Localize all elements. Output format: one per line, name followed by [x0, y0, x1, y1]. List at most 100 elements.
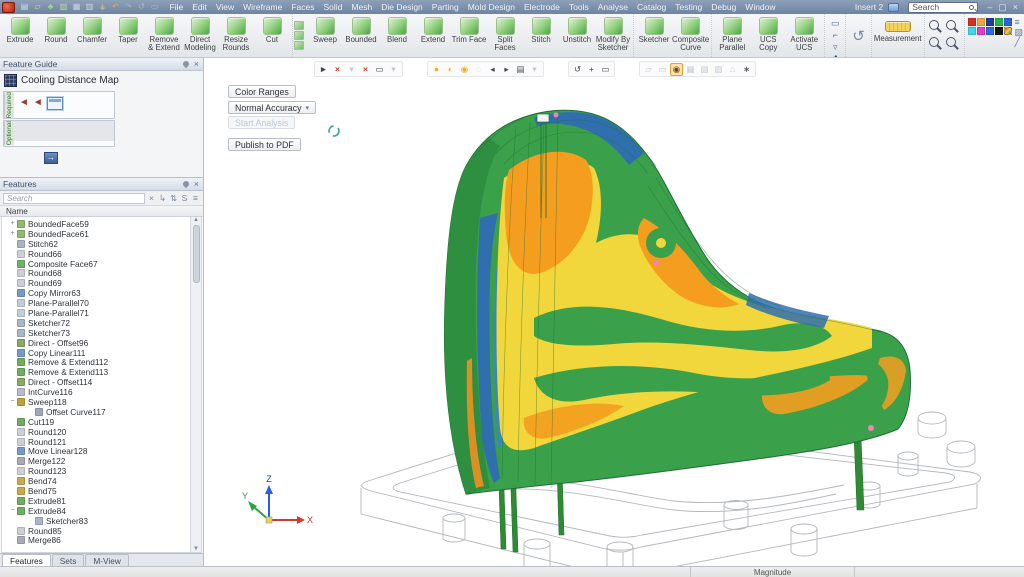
tree-item[interactable]: Round123 [8, 466, 190, 476]
ribbon-button[interactable]: Bounded [343, 15, 379, 44]
expand-toggle-icon[interactable] [8, 220, 17, 227]
input-option-icon[interactable]: ◄ [33, 98, 43, 108]
ribbon-button[interactable]: Activate UCS [786, 15, 822, 53]
optional-tab[interactable]: Optional [4, 121, 14, 145]
ribbon-button[interactable]: Trim Face [451, 15, 487, 44]
ribbon-button[interactable]: Modify By Sketcher [595, 15, 631, 53]
undo-icon[interactable]: ↶ [110, 2, 121, 12]
pin-icon[interactable] [181, 60, 189, 68]
clip-plane-icon[interactable]: ▭ [656, 63, 669, 76]
tree-item[interactable]: Plane-Parallel71 [8, 308, 190, 318]
menu-item[interactable]: Die Design [377, 2, 428, 12]
hidden-line-icon[interactable]: ▧ [698, 63, 711, 76]
expand-toggle-icon[interactable] [8, 507, 17, 514]
tree-item[interactable]: BoundedFace61 [8, 229, 190, 239]
pick-options-dropdown-icon[interactable]: ▾ [387, 63, 400, 76]
bulb-half-icon[interactable]: ◐ [444, 63, 457, 76]
tree-item[interactable]: Extrude81 [8, 496, 190, 506]
delete-pick-icon[interactable]: × [359, 63, 372, 76]
shaded-mode-icon[interactable]: ▨ [712, 63, 725, 76]
window-layout-icon[interactable]: ▦ [71, 2, 82, 12]
ribbon-button[interactable]: Resize Rounds [218, 15, 254, 53]
hide-all-icon[interactable]: ◌ [472, 63, 485, 76]
color-chip[interactable] [968, 18, 976, 26]
tree-item[interactable]: Stitch62 [8, 239, 190, 249]
color-chip[interactable] [995, 27, 1003, 35]
bulb-on-icon[interactable]: ● [430, 63, 443, 76]
next-view-icon[interactable]: ▸ [500, 63, 513, 76]
menu-item[interactable]: Window [741, 2, 780, 12]
menu-item[interactable]: File [165, 2, 188, 12]
sort-icon[interactable]: ⇅ [169, 193, 178, 204]
tree-item[interactable]: Round66 [8, 249, 190, 259]
close-icon[interactable]: × [194, 59, 199, 69]
show-components-icon[interactable]: ◉ [458, 63, 471, 76]
pick-filter-dropdown-icon[interactable]: ▾ [345, 63, 358, 76]
tree-item[interactable]: Bend74 [8, 476, 190, 486]
menu-item[interactable]: Mesh [347, 2, 377, 12]
color-chip[interactable] [1004, 27, 1012, 35]
paintbrush-icon[interactable]: ╱ [1015, 38, 1024, 47]
tree-item[interactable]: Composite Face67 [8, 259, 190, 269]
menu-item[interactable]: Analyse [593, 2, 632, 12]
zoom-all-icon[interactable] [945, 19, 959, 33]
view-list-dropdown-icon[interactable]: ▾ [528, 63, 541, 76]
panel-tab[interactable]: Features [2, 554, 51, 566]
color-chip[interactable] [968, 27, 976, 35]
menu-item[interactable]: Wireframe [239, 2, 287, 12]
wireframe-mode-icon[interactable]: ▦ [684, 63, 697, 76]
tree-item[interactable]: Round68 [8, 268, 190, 278]
pan-icon[interactable] [945, 36, 959, 50]
tree-item[interactable]: Direct - Offset96 [8, 338, 190, 348]
key-icon[interactable]: ⚶ [97, 2, 108, 12]
ribbon-button[interactable]: Taper [110, 15, 146, 44]
name-column-header[interactable]: Name [6, 207, 28, 216]
zoom-window-icon[interactable] [928, 36, 942, 50]
ribbon-button[interactable]: Blend [379, 15, 415, 44]
layer-stack-icon[interactable]: ▤ [514, 63, 527, 76]
app-menu-button[interactable] [2, 2, 15, 13]
clear-search-icon[interactable]: × [147, 193, 156, 203]
window-switch-icon[interactable]: ▥ [84, 2, 95, 12]
input-option-icon[interactable]: ◄ [19, 98, 29, 108]
regen-icon[interactable]: ↺ [136, 2, 147, 12]
menu-item[interactable]: Debug [707, 2, 741, 12]
pin-icon[interactable] [181, 180, 189, 188]
monitor-icon[interactable]: ▭ [149, 2, 160, 12]
goto-feature-icon[interactable]: ↳ [158, 193, 167, 204]
tree-item[interactable]: Bend75 [8, 486, 190, 496]
plant-template-icon[interactable]: ♣ [45, 2, 56, 12]
tree-item[interactable]: Cut119 [8, 417, 190, 427]
graphics-viewport[interactable]: Z X Y ►×▾×▭▾ ●◐◉◌◂▸▤▾ ↺+▭ ▱▭◉▦▧▨⌂∗ Color… [204, 58, 1024, 566]
tree-item[interactable]: Remove & Extend113 [8, 367, 190, 377]
pick-cursor-icon[interactable]: ► [317, 63, 330, 76]
zoom-window-icon[interactable]: ▭ [599, 63, 612, 76]
ribbon-button[interactable]: Sketcher [636, 15, 672, 44]
menu-item[interactable]: Testing [671, 2, 707, 12]
suppress-filter-icon[interactable]: S [180, 193, 189, 203]
tree-scrollbar[interactable]: ▲ ▼ [190, 217, 201, 552]
rotate-view-icon[interactable]: ↺ [571, 63, 584, 76]
tree-item[interactable]: IntCurve116 [8, 387, 190, 397]
ribbon-button[interactable]: Unstitch [559, 15, 595, 44]
tree-item[interactable]: Move Linear128 [8, 446, 190, 456]
tree-item[interactable]: Round121 [8, 437, 190, 447]
color-chip[interactable] [995, 18, 1003, 26]
color-ranges-button[interactable]: Color Ranges [228, 85, 296, 98]
perspective-icon[interactable]: ⌂ [726, 63, 739, 76]
tree-item[interactable]: Sketcher83 [8, 516, 190, 526]
menu-item[interactable]: Parting [427, 2, 463, 12]
publish-to-pdf-button[interactable]: Publish to PDF [228, 138, 301, 151]
tree-item[interactable]: Merge122 [8, 456, 190, 466]
color-chip[interactable] [986, 27, 994, 35]
ribbon-button[interactable]: Split Faces [487, 15, 523, 53]
color-chip[interactable] [1004, 18, 1012, 26]
zoom-in-icon[interactable] [928, 19, 942, 33]
tree-item[interactable]: Round85 [8, 526, 190, 536]
window-pick-icon[interactable]: ▭ [373, 63, 386, 76]
menu-item[interactable]: Edit [188, 2, 212, 12]
line-style-icon[interactable]: ≡ [1015, 18, 1024, 27]
callout-icon[interactable]: ⌐ [827, 29, 843, 41]
ribbon-button[interactable]: Sweep [307, 15, 343, 44]
tree-item[interactable]: Copy Linear111 [8, 348, 190, 358]
